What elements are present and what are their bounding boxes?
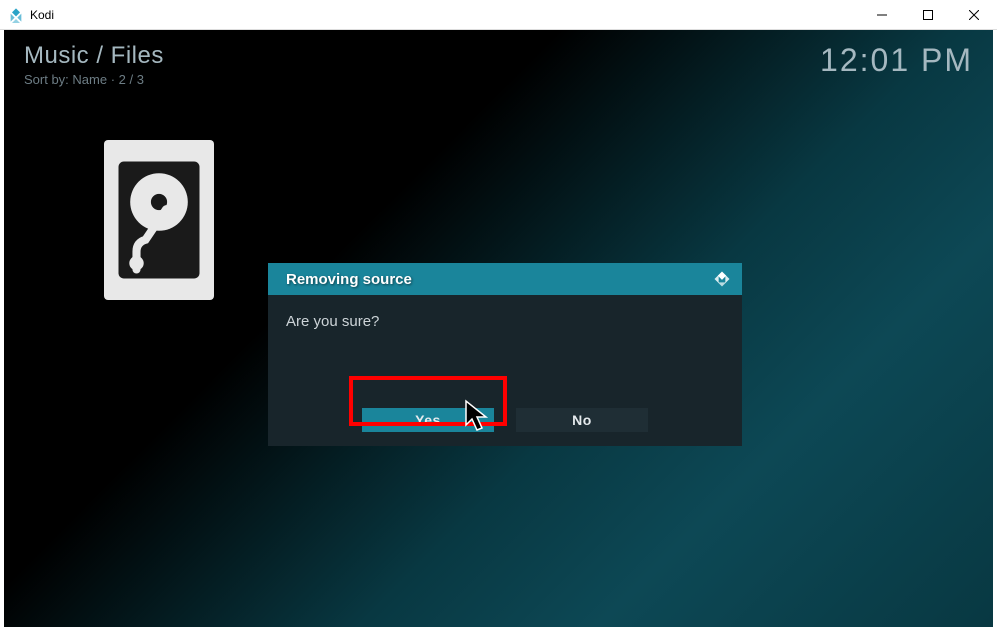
dialog-message: Are you sure? <box>286 313 724 330</box>
confirmation-dialog: Removing source Are you sure? Yes No <box>268 263 742 446</box>
window-titlebar: Kodi <box>0 0 997 30</box>
no-button[interactable]: No <box>516 408 648 432</box>
kodi-header: Music / Files Sort by: Name · 2 / 3 <box>24 42 164 87</box>
clock: 12:01 PM <box>820 42 973 79</box>
kodi-logo-icon <box>712 269 732 289</box>
yes-button[interactable]: Yes <box>362 408 494 432</box>
sort-info: Sort by: Name · 2 / 3 <box>24 72 164 87</box>
hdd-icon <box>114 155 204 285</box>
dialog-title: Removing source <box>286 271 412 288</box>
dialog-body: Are you sure? Yes No <box>268 295 742 446</box>
window-title: Kodi <box>30 8 54 22</box>
dialog-buttons: Yes No <box>286 408 724 432</box>
source-item-icon[interactable] <box>104 140 214 300</box>
breadcrumb: Music / Files <box>24 42 164 70</box>
kodi-main-area: Music / Files Sort by: Name · 2 / 3 12:0… <box>4 30 993 627</box>
dialog-header: Removing source <box>268 263 742 295</box>
kodi-app-icon <box>8 7 24 23</box>
close-button[interactable] <box>951 0 997 29</box>
window-controls <box>859 0 997 29</box>
maximize-button[interactable] <box>905 0 951 29</box>
minimize-button[interactable] <box>859 0 905 29</box>
